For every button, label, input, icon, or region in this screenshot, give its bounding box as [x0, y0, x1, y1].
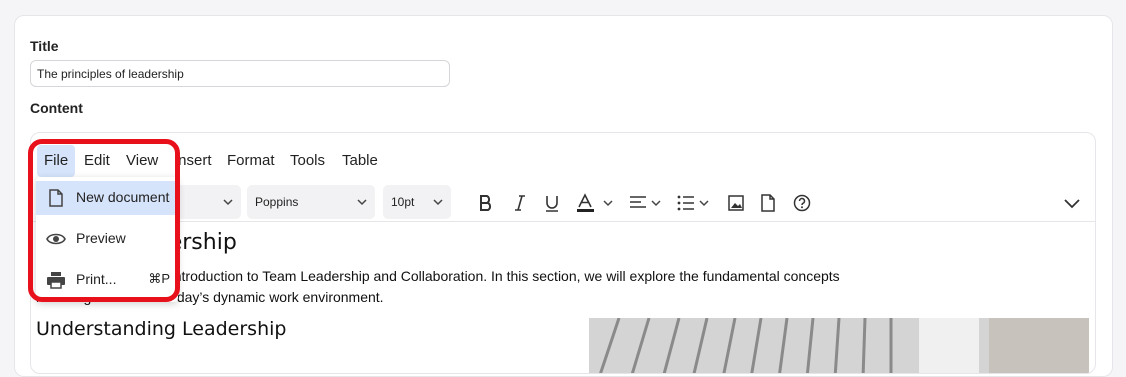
- more-toolbar-button[interactable]: [1061, 191, 1083, 215]
- align-icon: [630, 196, 661, 208]
- list-icon: [677, 195, 709, 211]
- document-image: [589, 318, 1089, 373]
- insert-image-button[interactable]: [725, 191, 747, 215]
- menu-table[interactable]: Table: [335, 145, 385, 177]
- font-size-select[interactable]: 10pt: [383, 185, 451, 219]
- font-family-value: Poppins: [255, 195, 299, 209]
- font-size-value: 10pt: [391, 195, 415, 209]
- paragraph-line-1: ection of the module, Introduction to Te…: [36, 268, 840, 284]
- bold-button[interactable]: [475, 191, 497, 215]
- menu-tools[interactable]: Tools: [283, 145, 332, 177]
- italic-icon: [515, 195, 525, 211]
- chevron-down-icon: [223, 199, 233, 206]
- menu-format[interactable]: Format: [220, 145, 282, 177]
- annotation-highlight-box: [28, 139, 180, 302]
- underline-icon: [546, 196, 558, 212]
- font-family-select[interactable]: Poppins: [247, 185, 375, 219]
- italic-button[interactable]: [509, 191, 531, 215]
- content-label: Content: [30, 100, 83, 116]
- document-paragraph: ection of the module, Introduction to Te…: [36, 266, 1086, 308]
- chevron-down-icon: [433, 199, 443, 206]
- insert-document-button[interactable]: [757, 191, 779, 215]
- title-label: Title: [30, 38, 59, 54]
- rich-text-editor: File Edit View Insert Format Tools Table…: [30, 132, 1096, 374]
- help-icon: [793, 194, 811, 212]
- editor-content[interactable]: f Team Leadership ection of the module, …: [31, 221, 1095, 373]
- list-button[interactable]: [676, 191, 714, 215]
- chevron-down-icon: [357, 199, 367, 206]
- document-subheading: Understanding Leadership: [36, 318, 287, 340]
- title-input[interactable]: The principles of leadership: [30, 60, 450, 87]
- document-icon: [761, 194, 775, 212]
- align-button[interactable]: [628, 191, 666, 215]
- text-color-button[interactable]: [575, 191, 617, 215]
- building-photo: [589, 318, 1089, 373]
- help-button[interactable]: [791, 191, 813, 215]
- bold-icon: [480, 195, 492, 211]
- more-chevron-icon: [1064, 199, 1080, 209]
- image-icon: [728, 195, 744, 211]
- underline-button[interactable]: [541, 191, 563, 215]
- editor-toolbar: Poppins 10pt: [31, 185, 1095, 221]
- text-color-icon: [577, 193, 613, 212]
- paragraph-line-2: nd its significance in today’s dynamic w…: [36, 289, 384, 305]
